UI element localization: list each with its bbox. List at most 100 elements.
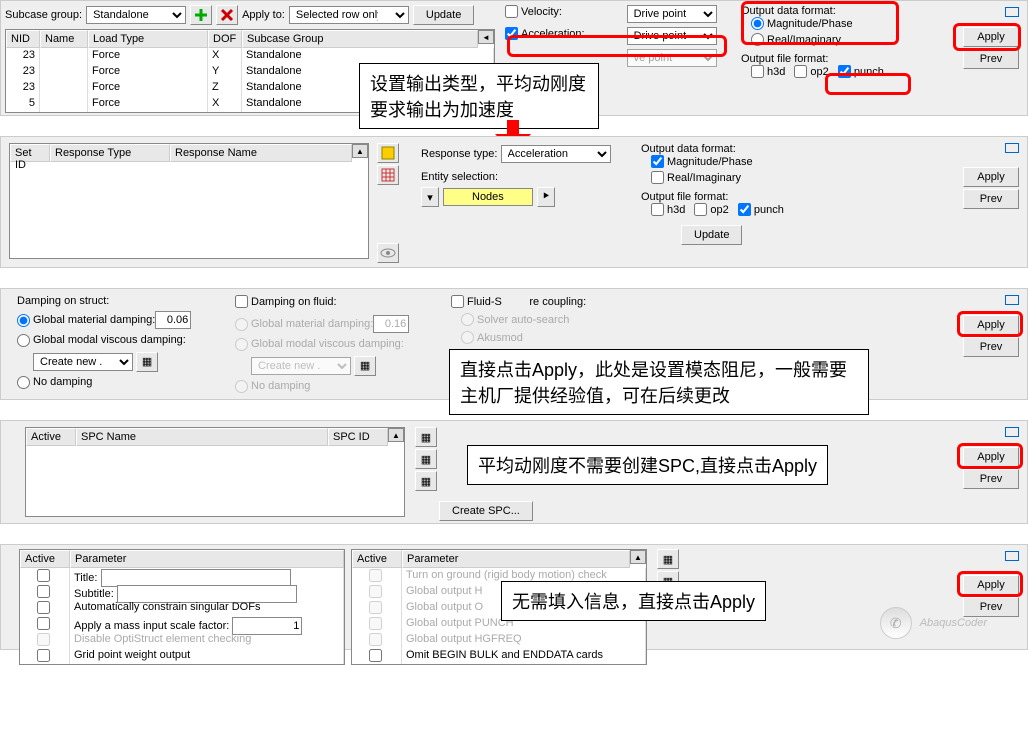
annotation-text: 直接点击Apply，此处是设置模态阻尼，一般需要主机厂提供经验值，可在后续更改 [449, 349, 869, 415]
apply-button[interactable]: Apply [963, 575, 1019, 595]
gmd-input[interactable] [155, 311, 191, 329]
annotation-text: 设置输出类型，平均动刚度要求输出为加速度 [359, 63, 599, 129]
window-icon[interactable] [1005, 7, 1019, 17]
window-icon[interactable] [1005, 143, 1019, 153]
gmvd-radio[interactable] [17, 334, 30, 347]
th-nid: NID [6, 30, 40, 48]
gmvd2-radio [235, 338, 248, 351]
apply-to-select[interactable]: Selected row only [289, 6, 409, 24]
update-button[interactable]: Update [681, 225, 742, 245]
tool-icon[interactable]: ▦ [415, 427, 437, 447]
output-data-format-label: Output data format: [741, 5, 890, 17]
scroll-up-icon[interactable]: ▲ [352, 144, 368, 158]
subcase-group-label: Subcase group: [5, 9, 82, 21]
window-icon[interactable] [1005, 427, 1019, 437]
add-icon[interactable] [190, 5, 212, 25]
th-active: Active [20, 550, 70, 568]
apply-button[interactable]: Apply [963, 315, 1019, 335]
nodamp-radio[interactable] [17, 376, 30, 389]
prev-button[interactable]: Prev [963, 469, 1019, 489]
annotation-text: 平均动刚度不需要创建SPC,直接点击Apply [467, 445, 828, 485]
dof-check[interactable] [235, 295, 248, 308]
panel-params: ActiveParameter Title: Subtitle: Automat… [0, 544, 1028, 650]
velocity-select[interactable]: Drive point [627, 5, 717, 23]
th-spcname: SPC Name [76, 428, 328, 446]
panel-spc: Active SPC Name SPC ID ▲ ▦ ▦ ▦ Create SP… [0, 420, 1028, 524]
scroll-left-icon[interactable]: ◄ [478, 30, 494, 44]
apply-button[interactable]: Apply [963, 447, 1019, 467]
watermark: ✆ AbaqusCoder [880, 607, 987, 639]
mag-check[interactable] [651, 155, 664, 168]
gmd-radio[interactable] [17, 314, 30, 327]
nodes-button[interactable]: Nodes [443, 188, 533, 206]
table-row: Disable OptiStruct element checking [20, 632, 344, 648]
acceleration-check[interactable] [505, 27, 518, 40]
h3d-check[interactable] [751, 65, 764, 78]
mag-radio[interactable] [751, 17, 764, 30]
response-type-select[interactable]: Acceleration [501, 145, 611, 163]
wechat-icon: ✆ [880, 607, 912, 639]
entity-label: Entity selection: [421, 171, 611, 183]
off-label: Output file format: [641, 191, 790, 203]
cal-icon[interactable]: ▦ [136, 352, 158, 372]
velocity-check[interactable] [505, 5, 518, 18]
table-row[interactable]: Omit BEGIN BULK and ENDDATA cards [352, 648, 646, 664]
table-row[interactable]: Grid point weight output [20, 648, 344, 664]
gmd2-radio [235, 318, 248, 331]
akus-radio [461, 331, 474, 344]
tool-icon[interactable] [377, 143, 399, 163]
punch-check[interactable] [738, 203, 751, 216]
apply-button[interactable]: Apply [963, 27, 1019, 47]
prev-button[interactable]: Prev [963, 189, 1019, 209]
window-icon[interactable] [1005, 295, 1019, 305]
eye-icon[interactable] [377, 243, 399, 263]
gmd2-input [373, 315, 409, 333]
table-row[interactable]: Apply a mass input scale factor: [20, 616, 344, 632]
acceleration-select[interactable]: Drive point [627, 27, 717, 45]
table-row[interactable]: Title: [20, 568, 344, 584]
th-param: Parameter [402, 550, 630, 568]
h3d-check[interactable] [651, 203, 664, 216]
annotation-text: 无需填入信息，直接点击Apply [501, 581, 766, 621]
grid-icon[interactable] [377, 165, 399, 185]
real-check[interactable] [651, 171, 664, 184]
punch-check[interactable] [838, 65, 851, 78]
apply-button[interactable]: Apply [963, 167, 1019, 187]
prev-button[interactable]: Prev [963, 49, 1019, 69]
table-row[interactable]: Subtitle: [20, 584, 344, 600]
response-type-label: Response type: [421, 148, 497, 160]
th-name: Name [40, 30, 88, 48]
th-subgroup: Subcase Group [242, 30, 478, 48]
prev-button[interactable]: Prev [963, 337, 1019, 357]
tool-icon[interactable]: ▦ [415, 449, 437, 469]
scroll-up-icon[interactable]: ▲ [388, 428, 404, 442]
param-table-left: ActiveParameter Title: Subtitle: Automat… [19, 549, 345, 665]
create-select[interactable]: Create new ... [33, 353, 133, 371]
real-radio[interactable] [751, 33, 764, 46]
th-dof: DOF [208, 30, 242, 48]
delete-icon[interactable] [216, 5, 238, 25]
tool-icon[interactable]: ▦ [415, 471, 437, 491]
th-respname: Response Name [170, 144, 352, 162]
create2-select: Create new ... [251, 357, 351, 375]
table-row[interactable]: Automatically constrain singular DOFs [20, 600, 344, 616]
spc-table: Active SPC Name SPC ID ▲ [25, 427, 405, 517]
create-spc-button[interactable]: Create SPC... [439, 501, 533, 521]
fsc-check[interactable] [451, 295, 464, 308]
window-icon[interactable] [1005, 551, 1019, 561]
th-resptype: Response Type [50, 144, 170, 162]
output-file-format-label: Output file format: [741, 53, 890, 65]
subcase-group-select[interactable]: Standalone [86, 6, 186, 24]
table-row[interactable]: 23ForceXStandalone [6, 48, 494, 64]
scroll-up-icon[interactable]: ▲ [630, 550, 646, 564]
update-button[interactable]: Update [413, 5, 474, 25]
first-icon[interactable]: ▾ [421, 187, 439, 207]
last-icon[interactable]: ⯈ [537, 187, 555, 207]
th-loadtype: Load Type [88, 30, 208, 48]
op2-check[interactable] [794, 65, 807, 78]
hidden-select: ve point [627, 49, 717, 67]
odf-label: Output data format: [641, 143, 790, 155]
tool-icon[interactable]: ▦ [657, 549, 679, 569]
op2-check[interactable] [694, 203, 707, 216]
th-active: Active [352, 550, 402, 568]
